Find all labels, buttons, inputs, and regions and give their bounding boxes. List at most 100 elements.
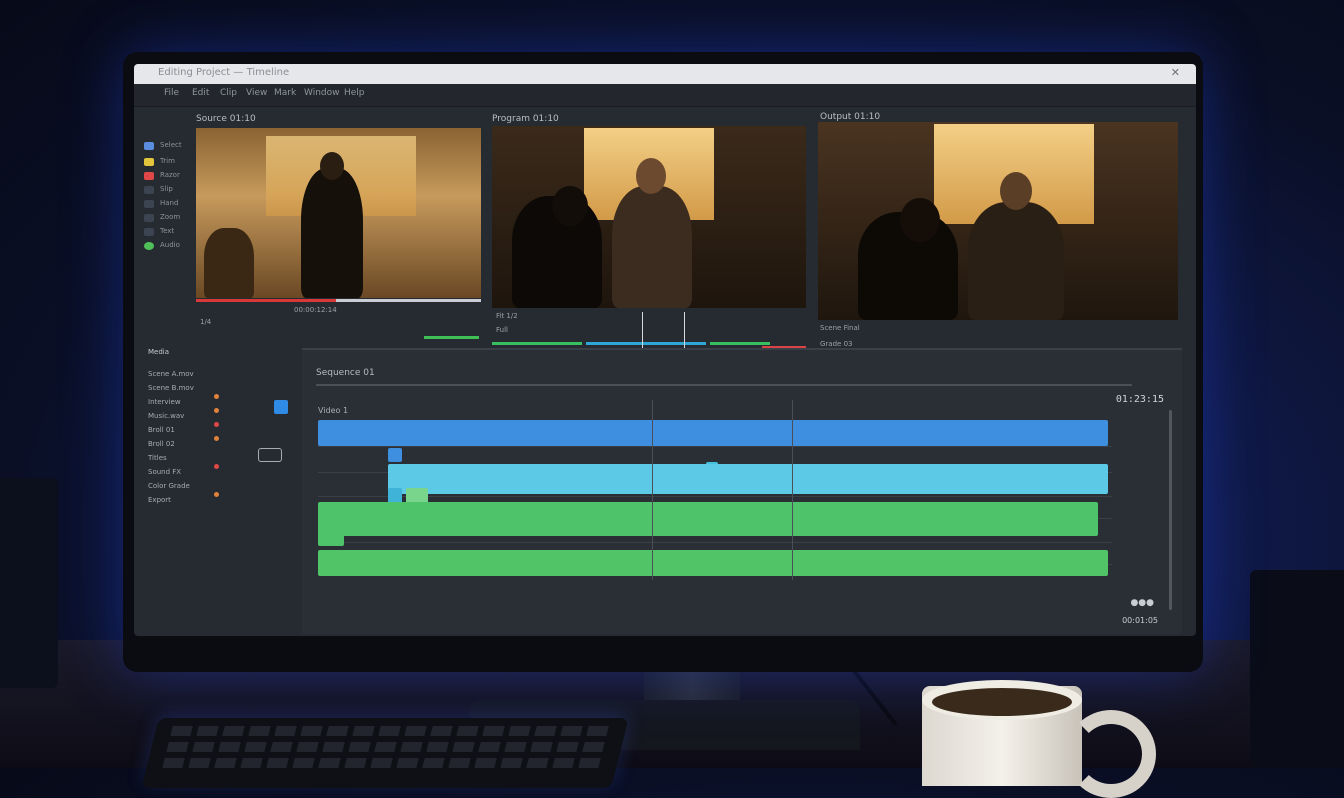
clip-marker[interactable]	[388, 448, 402, 462]
status-dot	[214, 436, 219, 441]
window-title: Editing Project — Timeline	[158, 67, 290, 78]
source-sub: 1/4	[200, 318, 212, 326]
browser-item[interactable]: Color Grade	[148, 482, 190, 490]
tool-label: Zoom	[160, 213, 181, 221]
timeline-timecode: 01:23:15	[1115, 394, 1164, 405]
media-browser: Media Scene A.mov Scene B.mov Interview …	[138, 348, 298, 558]
program-marker[interactable]	[684, 312, 685, 350]
browser-item[interactable]: Export	[148, 496, 171, 504]
browser-item[interactable]: Sound FX	[148, 468, 181, 476]
browser-item[interactable]: Broll 02	[148, 440, 175, 448]
timeline-panel: Sequence 01 Video 1 01:23:15 ●●● 00:01:0…	[302, 348, 1182, 634]
output-label-b: Grade 03	[820, 340, 853, 348]
tool-label: Trim	[160, 157, 175, 165]
seated-person	[968, 202, 1064, 320]
timeline-controls-icon[interactable]: ●●●	[1130, 598, 1154, 608]
slip-tool-icon[interactable]	[144, 186, 154, 194]
menu-view[interactable]: View	[246, 88, 267, 98]
browser-item[interactable]: Titles	[148, 454, 167, 462]
status-dot	[214, 394, 219, 399]
program-viewer[interactable]	[492, 126, 806, 308]
menu-window[interactable]: Window	[304, 88, 340, 98]
menu-bar: File Edit Clip View Mark Window Help	[134, 84, 1196, 107]
program-meter-green	[492, 342, 582, 345]
editor-screen: Editing Project — Timeline ✕ File Edit C…	[134, 64, 1196, 636]
program-marker[interactable]	[642, 312, 643, 350]
menu-clip[interactable]: Clip	[220, 88, 237, 98]
coffee	[932, 688, 1072, 716]
source-progress-played	[196, 299, 336, 302]
person-head	[636, 158, 666, 194]
source-viewer-title: Source 01:10	[196, 114, 256, 124]
foreground-head	[900, 198, 940, 242]
browser-item[interactable]: Scene A.mov	[148, 370, 194, 378]
sequence-title: Sequence 01	[316, 368, 375, 378]
key-row	[162, 758, 603, 768]
tool-label: Select	[160, 141, 182, 149]
browser-item[interactable]: Scene B.mov	[148, 384, 194, 392]
menu-edit[interactable]: Edit	[192, 88, 209, 98]
program-viewer-title: Program 01:10	[492, 114, 559, 124]
source-viewer[interactable]	[196, 128, 481, 298]
browser-item[interactable]: Music.wav	[148, 412, 184, 420]
menu-help[interactable]: Help	[344, 88, 365, 98]
program-meter-blue	[586, 342, 706, 345]
person-head	[1000, 172, 1032, 210]
trim-tool-icon[interactable]	[144, 158, 154, 166]
plant-silhouette	[204, 228, 254, 298]
key-row	[166, 742, 607, 752]
hand-tool-icon[interactable]	[144, 200, 154, 208]
foreground-head	[552, 186, 588, 226]
track-label: Video 1	[318, 406, 349, 415]
output-viewer[interactable]	[818, 122, 1178, 320]
source-progress-remaining	[336, 299, 481, 302]
key-row	[170, 726, 611, 736]
tool-label: Audio	[160, 241, 180, 249]
color-swatch[interactable]	[274, 400, 288, 414]
clip-marker[interactable]	[318, 528, 344, 546]
audio-clip[interactable]	[318, 502, 1098, 536]
razor-tool-icon[interactable]	[144, 172, 154, 180]
audio-tool-icon[interactable]	[144, 242, 154, 250]
lane-divider	[318, 542, 1112, 543]
timeline-footer: 00:01:05	[1122, 616, 1158, 625]
keyboard	[141, 718, 629, 788]
output-label-a: Scene Final	[820, 324, 860, 332]
status-dot	[214, 408, 219, 413]
audio-meter	[424, 336, 479, 339]
video-clip[interactable]	[318, 420, 1108, 446]
menu-file[interactable]: File	[164, 88, 179, 98]
zoom-tool-icon[interactable]	[144, 214, 154, 222]
status-dot	[214, 464, 219, 469]
tool-label: Hand	[160, 199, 179, 207]
status-dot	[214, 492, 219, 497]
right-speaker	[1250, 570, 1344, 768]
seated-person	[612, 186, 692, 308]
select-tool-icon[interactable]	[144, 142, 154, 150]
tool-label: Razor	[160, 171, 180, 179]
tool-panel: Select Trim Razor Slip Hand Zoom Text Au…	[138, 108, 190, 348]
video-clip[interactable]	[388, 464, 1108, 494]
title-bar: Editing Project — Timeline ✕	[134, 64, 1196, 84]
source-timecode: 00:00:12:14	[294, 306, 337, 314]
status-dot	[214, 422, 219, 427]
program-sub: Full	[496, 326, 508, 334]
browser-header: Media	[148, 348, 170, 356]
close-icon[interactable]: ✕	[1171, 66, 1180, 79]
edit-point[interactable]	[792, 400, 793, 580]
browser-item[interactable]: Broll 01	[148, 426, 175, 434]
tool-label: Slip	[160, 185, 173, 193]
mug-handle	[1066, 710, 1156, 798]
lane-divider	[318, 496, 1112, 497]
menu-mark[interactable]: Mark	[274, 88, 296, 98]
left-speaker	[0, 478, 58, 688]
program-meter-green-2	[710, 342, 770, 345]
timeline-scrollbar[interactable]	[1169, 410, 1172, 610]
playhead[interactable]	[652, 400, 653, 580]
ruler	[316, 384, 1132, 386]
text-tool-icon[interactable]	[144, 228, 154, 236]
toggle-switch[interactable]	[258, 448, 282, 462]
lane-divider	[318, 446, 1112, 447]
audio-clip[interactable]	[318, 550, 1108, 576]
browser-item[interactable]: Interview	[148, 398, 181, 406]
